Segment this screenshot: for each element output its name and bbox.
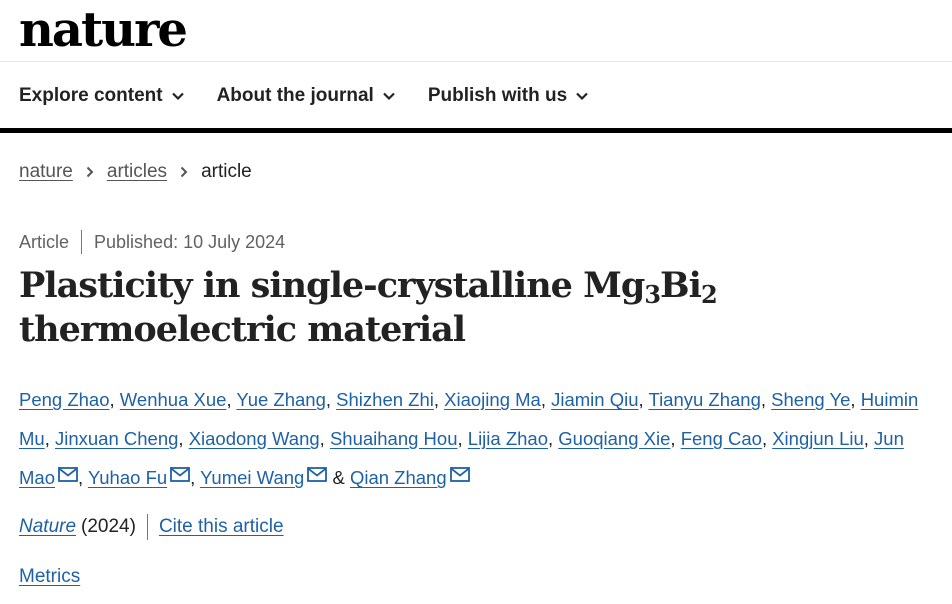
chevron-right-icon [180, 166, 188, 178]
author-link[interactable]: Shizhen Zhi [336, 389, 434, 410]
author-link[interactable]: Feng Cao [681, 428, 762, 449]
mail-icon[interactable] [58, 467, 78, 482]
author-link[interactable]: Yue Zhang [236, 389, 326, 410]
meta-divider [81, 230, 83, 254]
author-link[interactable]: Guoqiang Xie [558, 428, 670, 449]
nav-about-journal[interactable]: About the journal [217, 83, 396, 109]
title-subscript: 2 [700, 280, 718, 309]
author-link[interactable]: Jiamin Qiu [551, 389, 638, 410]
author-link[interactable]: Wenhua Xue [120, 389, 227, 410]
mail-icon[interactable] [170, 467, 191, 482]
breadcrumb-current: article [201, 161, 252, 182]
journal-line: Nature (2024) Cite this article [19, 514, 284, 540]
author-link[interactable]: Xingjun Liu [772, 428, 864, 449]
author-list: Peng Zhao, Wenhua Xue, Yue Zhang, Shizhe… [19, 389, 919, 488]
author-link[interactable]: Shuaihang Hou [330, 428, 458, 449]
nav-explore-content[interactable]: Explore content [19, 83, 185, 109]
nav-item-label: About the journal [216, 85, 374, 106]
nav-bottom-rule [0, 128, 952, 133]
nav-item-label: Explore content [19, 85, 163, 106]
nav-item-label: Publish with us [427, 85, 568, 106]
chevron-down-icon [576, 92, 588, 101]
mail-icon[interactable] [307, 467, 328, 482]
author-link[interactable]: Yumei Wang [200, 467, 304, 488]
author-ampersand: & [332, 467, 345, 488]
mail-icon[interactable] [449, 467, 470, 482]
publication-year: (2024) [81, 516, 136, 537]
breadcrumb-articles[interactable]: articles [107, 161, 167, 183]
journal-link[interactable]: Nature [19, 516, 76, 538]
author-link[interactable]: Tianyu Zhang [648, 389, 760, 410]
author-link[interactable]: Jinxuan Cheng [55, 428, 178, 449]
title-text: thermoelectric material [19, 309, 466, 350]
published-date: Published: 10 July 2024 [94, 231, 286, 252]
article-meta: Article Published: 10 July 2024 [19, 230, 285, 254]
breadcrumb-nature[interactable]: nature [19, 161, 73, 183]
author-link[interactable]: Xiaodong Wang [189, 428, 320, 449]
author-link[interactable]: Yuhao Fu [88, 467, 167, 488]
author-link[interactable]: Qian Zhang [350, 467, 447, 488]
author-link[interactable]: Sheng Ye [771, 389, 850, 410]
cite-this-article-link[interactable]: Cite this article [159, 516, 284, 538]
nav-publish-with-us[interactable]: Publish with us [428, 83, 589, 109]
chevron-right-icon [86, 166, 94, 178]
main-nav: Explore content About the journal Publis… [19, 83, 621, 109]
title-subscript: 3 [644, 280, 661, 309]
header-divider [0, 61, 952, 62]
chevron-down-icon [171, 92, 184, 101]
breadcrumb: nature articles article [19, 161, 252, 183]
author-link[interactable]: Lijia Zhao [468, 428, 548, 449]
metrics-link[interactable]: Metrics [19, 566, 80, 588]
title-text: Plasticity in single-crystalline Mg [19, 265, 645, 306]
title-text: Bi [660, 265, 702, 306]
author-link[interactable]: Xiaojing Ma [444, 389, 541, 410]
article-type: Article [19, 231, 70, 252]
nature-logo[interactable]: nature [19, 4, 188, 56]
journal-divider [146, 514, 148, 540]
article-title: Plasticity in single-crystalline Mg3Bi2 … [19, 264, 939, 352]
author-link[interactable]: Peng Zhao [19, 389, 110, 410]
chevron-down-icon [383, 92, 395, 101]
